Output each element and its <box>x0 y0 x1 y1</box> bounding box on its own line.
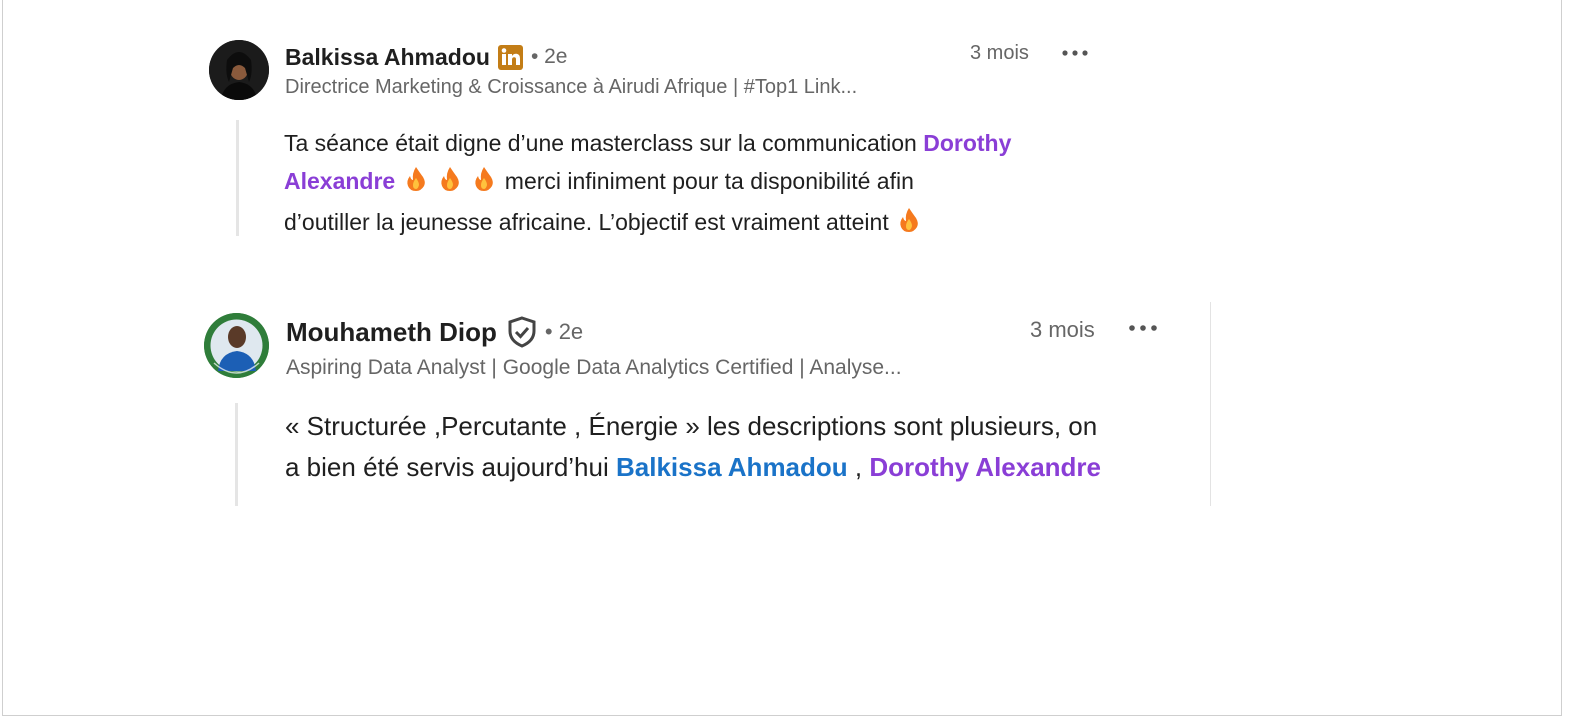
mention-link[interactable]: Alexandre <box>284 168 395 194</box>
ellipsis-icon <box>1129 325 1157 331</box>
mention-link[interactable]: Balkissa Ahmadou <box>616 452 848 482</box>
connection-degree: • 2e <box>544 319 584 344</box>
comment-time: 3 mois <box>970 42 1029 64</box>
comment-text: Ta séance était digne d’une masterclass … <box>284 130 917 156</box>
fire-icon <box>405 165 427 203</box>
more-options-button[interactable] <box>1128 318 1158 338</box>
fire-icon <box>439 165 461 203</box>
avatar[interactable] <box>209 40 269 100</box>
connection-degree: • 2e <box>530 45 568 68</box>
avatar[interactable] <box>204 313 269 378</box>
comment-body: « Structurée ,Percutante , Énergie » les… <box>285 406 1185 488</box>
fire-icon <box>473 165 495 203</box>
mention-link[interactable]: Dorothy Alexandre <box>869 452 1101 482</box>
comment-body: Ta séance était digne d’une masterclass … <box>284 124 1184 244</box>
author-name[interactable]: Balkissa Ahmadou <box>285 44 490 71</box>
mention-link[interactable]: Dorothy <box>923 130 1011 156</box>
divider <box>1210 302 1211 506</box>
fire-icon <box>898 206 920 244</box>
comment-text: merci infiniment pour ta disponibilité a… <box>504 168 914 194</box>
author-row: Mouhameth Diop • 2e <box>286 314 583 350</box>
separator: , <box>854 452 863 482</box>
author-headline: Directrice Marketing & Croissance à Airu… <box>285 76 858 98</box>
author-row: Balkissa Ahmadou • 2e <box>285 42 567 72</box>
linkedin-icon <box>497 44 523 70</box>
comment-time: 3 mois <box>1030 317 1095 342</box>
more-options-button[interactable] <box>1060 43 1090 63</box>
thread-line <box>236 120 239 236</box>
comment-text: « Structurée ,Percutante , Énergie » les… <box>285 411 1098 441</box>
author-headline: Aspiring Data Analyst | Google Data Anal… <box>286 356 902 379</box>
author-name[interactable]: Mouhameth Diop <box>286 317 497 348</box>
comment-text: a bien été servis aujourd’hui <box>285 452 609 482</box>
ellipsis-icon <box>1062 50 1088 56</box>
comment-text: d’outiller la jeunesse africaine. L’obje… <box>284 209 889 235</box>
verified-shield-icon <box>507 316 537 348</box>
thread-line <box>235 403 238 506</box>
